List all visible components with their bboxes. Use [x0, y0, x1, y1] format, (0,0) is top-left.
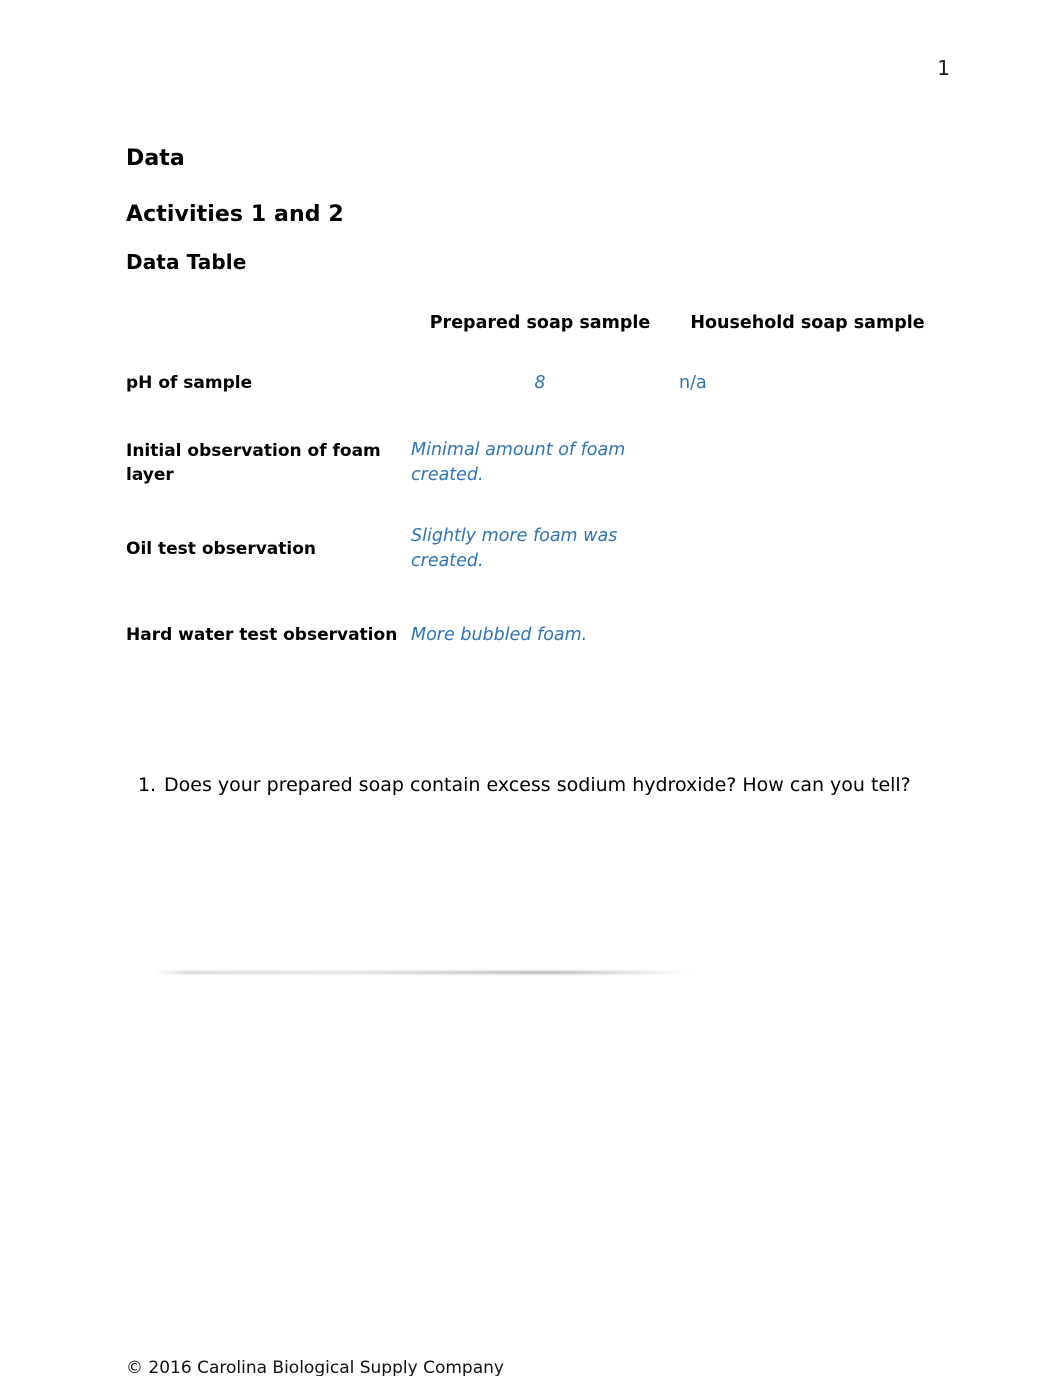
cell-ph-prepared[interactable]: 8: [411, 346, 669, 420]
copyright-footer: © 2016 Carolina Biological Supply Compan…: [126, 1358, 504, 1376]
cell-hard-water-test-household[interactable]: [669, 592, 946, 678]
row-label-oil-test-observation: Oil test observation: [126, 539, 317, 559]
cell-hard-water-test-prepared[interactable]: More bubbled foam.: [411, 592, 669, 678]
row-label-ph-of-sample: pH of sample: [126, 373, 253, 393]
cell-initial-observation-household[interactable]: [669, 420, 946, 506]
question-number: 1.: [137, 774, 156, 796]
question-list: 1. Does your prepared soap contain exces…: [126, 772, 956, 798]
column-header-household-soap: Household soap sample: [690, 312, 925, 333]
column-header-blank: [126, 300, 411, 346]
table-row: Oil test observation Slightly more foam …: [126, 506, 946, 592]
data-table-heading: Data Table: [126, 250, 247, 274]
page-number: 1: [937, 56, 950, 80]
cell-ph-household[interactable]: n/a: [669, 346, 946, 420]
table-header-row: Prepared soap sample Household soap samp…: [126, 300, 946, 346]
table-row: Initial observation of foam layer Minima…: [126, 420, 946, 506]
list-item: 1. Does your prepared soap contain exces…: [126, 772, 956, 798]
table-header: Prepared soap sample Household soap samp…: [126, 300, 946, 346]
page-title: Data: [126, 146, 185, 171]
table-row: Hard water test observation More bubbled…: [126, 592, 946, 678]
column-header-prepared-soap: Prepared soap sample: [429, 312, 651, 333]
question-text: Does your prepared soap contain excess s…: [164, 774, 911, 796]
cell-initial-observation-prepared[interactable]: Minimal amount of foam created.: [411, 420, 669, 506]
row-label-initial-observation: Initial observation of foam layer: [126, 441, 381, 485]
document-page: 1 Data Activities 1 and 2 Data Table Pre…: [0, 0, 1062, 1376]
table-body: pH of sample 8 n/a Initial observation o…: [126, 346, 946, 678]
cell-oil-test-household[interactable]: [669, 506, 946, 592]
heading-group: Data Activities 1 and 2 Data Table: [126, 145, 946, 275]
activities-heading: Activities 1 and 2: [126, 202, 344, 227]
data-table: Prepared soap sample Household soap samp…: [126, 300, 946, 678]
row-label-hard-water-test-observation: Hard water test observation: [126, 625, 398, 645]
scan-artifact-line: [155, 971, 690, 974]
cell-oil-test-prepared[interactable]: Slightly more foam was created.: [411, 506, 669, 592]
table-row: pH of sample 8 n/a: [126, 346, 946, 420]
